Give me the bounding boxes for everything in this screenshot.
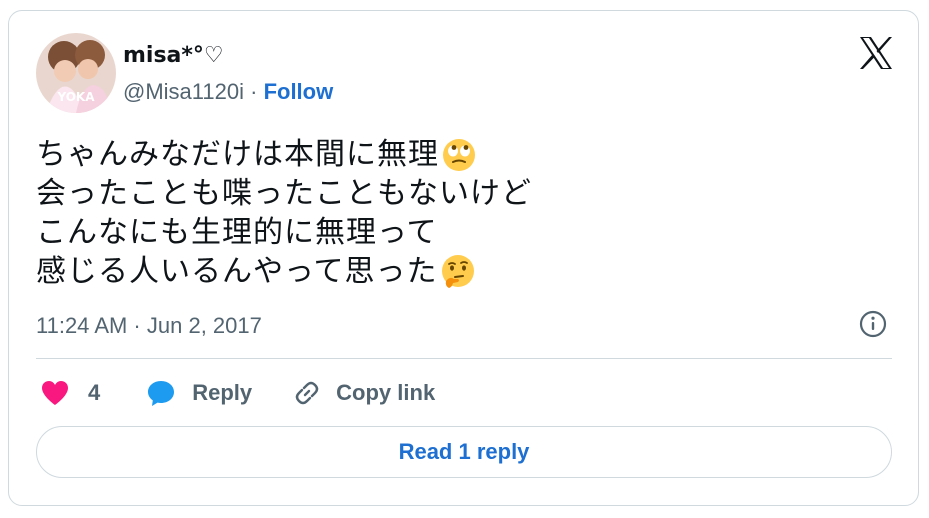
timestamp[interactable]: 11:24 AM · Jun 2, 2017 [36, 312, 262, 340]
x-logo-icon[interactable] [856, 33, 896, 73]
tweet-line-text: ちゃんみなだけは本間に無理 [36, 137, 439, 172]
reply-bubble-icon [148, 381, 175, 406]
action-bar: 4 Reply Copy link [36, 375, 435, 411]
handle-line: @Misa1120i · Follow [123, 78, 333, 106]
display-name[interactable]: misa*°♡ [123, 42, 224, 70]
reply-label: Reply [192, 380, 253, 405]
svg-text:YOKA: YOKA [56, 90, 95, 104]
heart-icon [42, 381, 68, 405]
tweet-line-text: 会ったことも喋ったこともないけど [36, 176, 532, 211]
separator-dot: · [250, 79, 258, 104]
tweet-line: 会ったことも喋ったこともないけど [36, 174, 532, 213]
info-icon[interactable] [858, 309, 888, 339]
like-count: 4 [88, 380, 101, 405]
reply-button[interactable]: Reply [146, 378, 252, 408]
link-icon [295, 381, 319, 405]
read-replies-label: Read 1 reply [398, 439, 530, 464]
read-replies-button[interactable]: Read 1 reply [36, 426, 892, 478]
face-with-rolling-eyes-icon [443, 138, 475, 171]
divider [36, 358, 892, 359]
follow-button[interactable]: Follow [264, 79, 334, 104]
tweet-line: こんなにも生理的に無理って [36, 213, 532, 252]
avatar[interactable]: YOKA [36, 33, 116, 113]
like-button[interactable]: 4 [40, 379, 100, 407]
copy-link-button[interactable]: Copy link [292, 378, 435, 408]
tweet-line-text: こんなにも生理的に無理って [36, 215, 438, 250]
handle[interactable]: @Misa1120i [123, 79, 244, 104]
tweet-line-text: 感じる人いるんやって思った [36, 254, 438, 289]
tweet-embed-card: YOKA misa*°♡ @Misa1120i · Follow ちゃんみなだけ… [8, 10, 919, 506]
tweet-text: ちゃんみなだけは本間に無理 会ったことも喋ったこともないけど こんなにも生理的に… [36, 135, 532, 291]
tweet-line: 感じる人いるんやって思った [36, 252, 532, 291]
tweet-line: ちゃんみなだけは本間に無理 [36, 135, 532, 174]
copy-link-label: Copy link [336, 380, 436, 405]
thinking-face-icon [441, 254, 474, 288]
